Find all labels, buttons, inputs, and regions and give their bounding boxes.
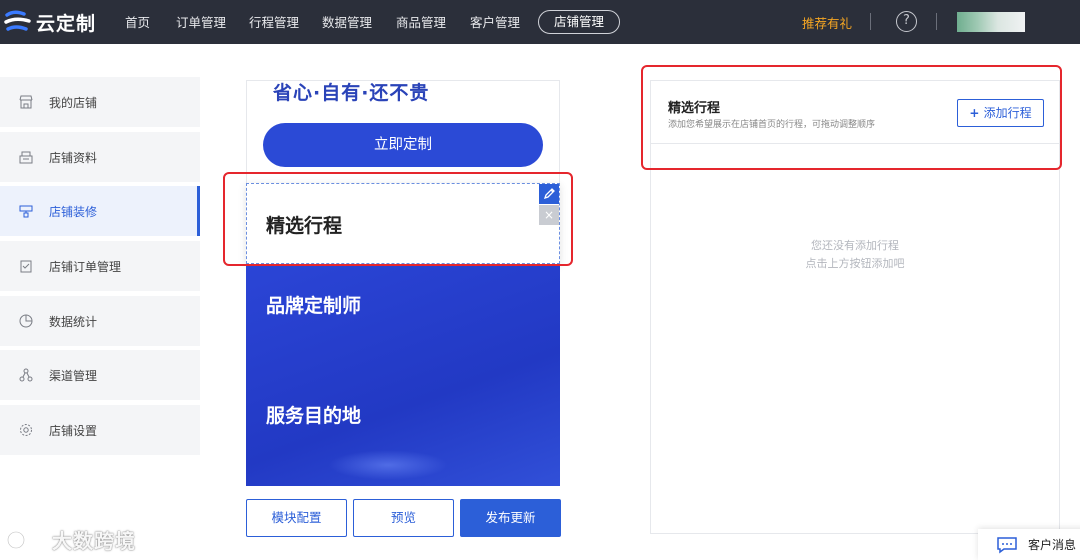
nav-orders[interactable]: 订单管理 xyxy=(176,12,226,31)
sidebar-item-label: 店铺装修 xyxy=(49,204,98,219)
brand-designer-title: 品牌定制师 xyxy=(266,295,362,317)
nav-products[interactable]: 商品管理 xyxy=(396,12,446,31)
module-config-button[interactable]: 模块配置 xyxy=(246,499,347,537)
sidebar-item-label: 我的店铺 xyxy=(49,95,98,110)
preview-button[interactable]: 预览 xyxy=(353,499,454,537)
nav-divider xyxy=(936,13,937,30)
nav-divider xyxy=(870,13,871,30)
watermark-logo-icon xyxy=(6,530,42,549)
store-icon xyxy=(19,95,33,109)
sidebar-item-label: 店铺资料 xyxy=(49,150,98,165)
customer-message-widget[interactable]: 客户消息 xyxy=(978,529,1080,560)
watermark-text: 大数跨境 xyxy=(52,529,136,553)
gear-icon xyxy=(20,424,32,436)
brush-icon xyxy=(19,205,33,218)
sidebar-item-statistics[interactable]: 数据统计 xyxy=(0,296,200,346)
channel-icon xyxy=(19,368,33,382)
sidebar-item-store-settings[interactable]: 店铺设置 xyxy=(0,405,200,455)
highlight-box-panel xyxy=(641,65,1062,170)
destination-title: 服务目的地 xyxy=(266,405,362,427)
empty-state-text: 您还没有添加行程 xyxy=(811,239,899,252)
nav-store-management[interactable]: 店铺管理 xyxy=(538,10,620,34)
sidebar-item-label: 数据统计 xyxy=(49,314,98,329)
sidebar-item-store-decoration[interactable]: 店铺装修 xyxy=(0,186,200,236)
app-logo[interactable]: 云定制 xyxy=(4,6,96,38)
chat-icon xyxy=(997,536,1017,553)
highlight-box-module xyxy=(223,172,573,266)
nav-home[interactable]: 首页 xyxy=(125,12,150,31)
sidebar-item-label: 渠道管理 xyxy=(49,368,98,383)
sidebar-item-store-orders[interactable]: 店铺订单管理 xyxy=(0,241,200,291)
preview-slogan: 省心·自有·还不贵 xyxy=(273,82,430,104)
logo-icon xyxy=(4,10,31,31)
sidebar-item-label: 店铺订单管理 xyxy=(49,259,122,274)
sidebar-item-channels[interactable]: 渠道管理 xyxy=(0,350,200,400)
avatar[interactable] xyxy=(957,12,1025,32)
empty-state-hint: 点击上方按钮添加吧 xyxy=(805,257,905,270)
profile-icon xyxy=(19,151,33,164)
order-icon xyxy=(20,260,32,273)
customer-message-label: 客户消息 xyxy=(1028,538,1077,552)
sidebar-item-my-store[interactable]: 我的店铺 xyxy=(0,77,200,127)
top-nav-bar: 云定制 首页 订单管理 行程管理 数据管理 商品管理 客户管理 店铺管理 推荐有… xyxy=(0,0,1080,44)
nav-data[interactable]: 数据管理 xyxy=(322,12,372,31)
publish-button[interactable]: 发布更新 xyxy=(460,499,561,537)
chart-icon xyxy=(19,314,33,328)
referral-link[interactable]: 推荐有礼 xyxy=(802,13,852,32)
nav-customers[interactable]: 客户管理 xyxy=(470,12,520,31)
help-icon[interactable]: ? xyxy=(896,11,917,32)
sidebar-active-indicator xyxy=(197,186,200,236)
decorative-graphic xyxy=(328,450,448,480)
logo-text: 云定制 xyxy=(36,12,97,35)
watermark: 大数跨境 xyxy=(6,525,136,554)
preview-cta-button[interactable]: 立即定制 xyxy=(263,123,543,167)
sidebar-item-store-profile[interactable]: 店铺资料 xyxy=(0,132,200,182)
nav-itinerary[interactable]: 行程管理 xyxy=(249,12,299,31)
sidebar-item-label: 店铺设置 xyxy=(49,423,98,438)
